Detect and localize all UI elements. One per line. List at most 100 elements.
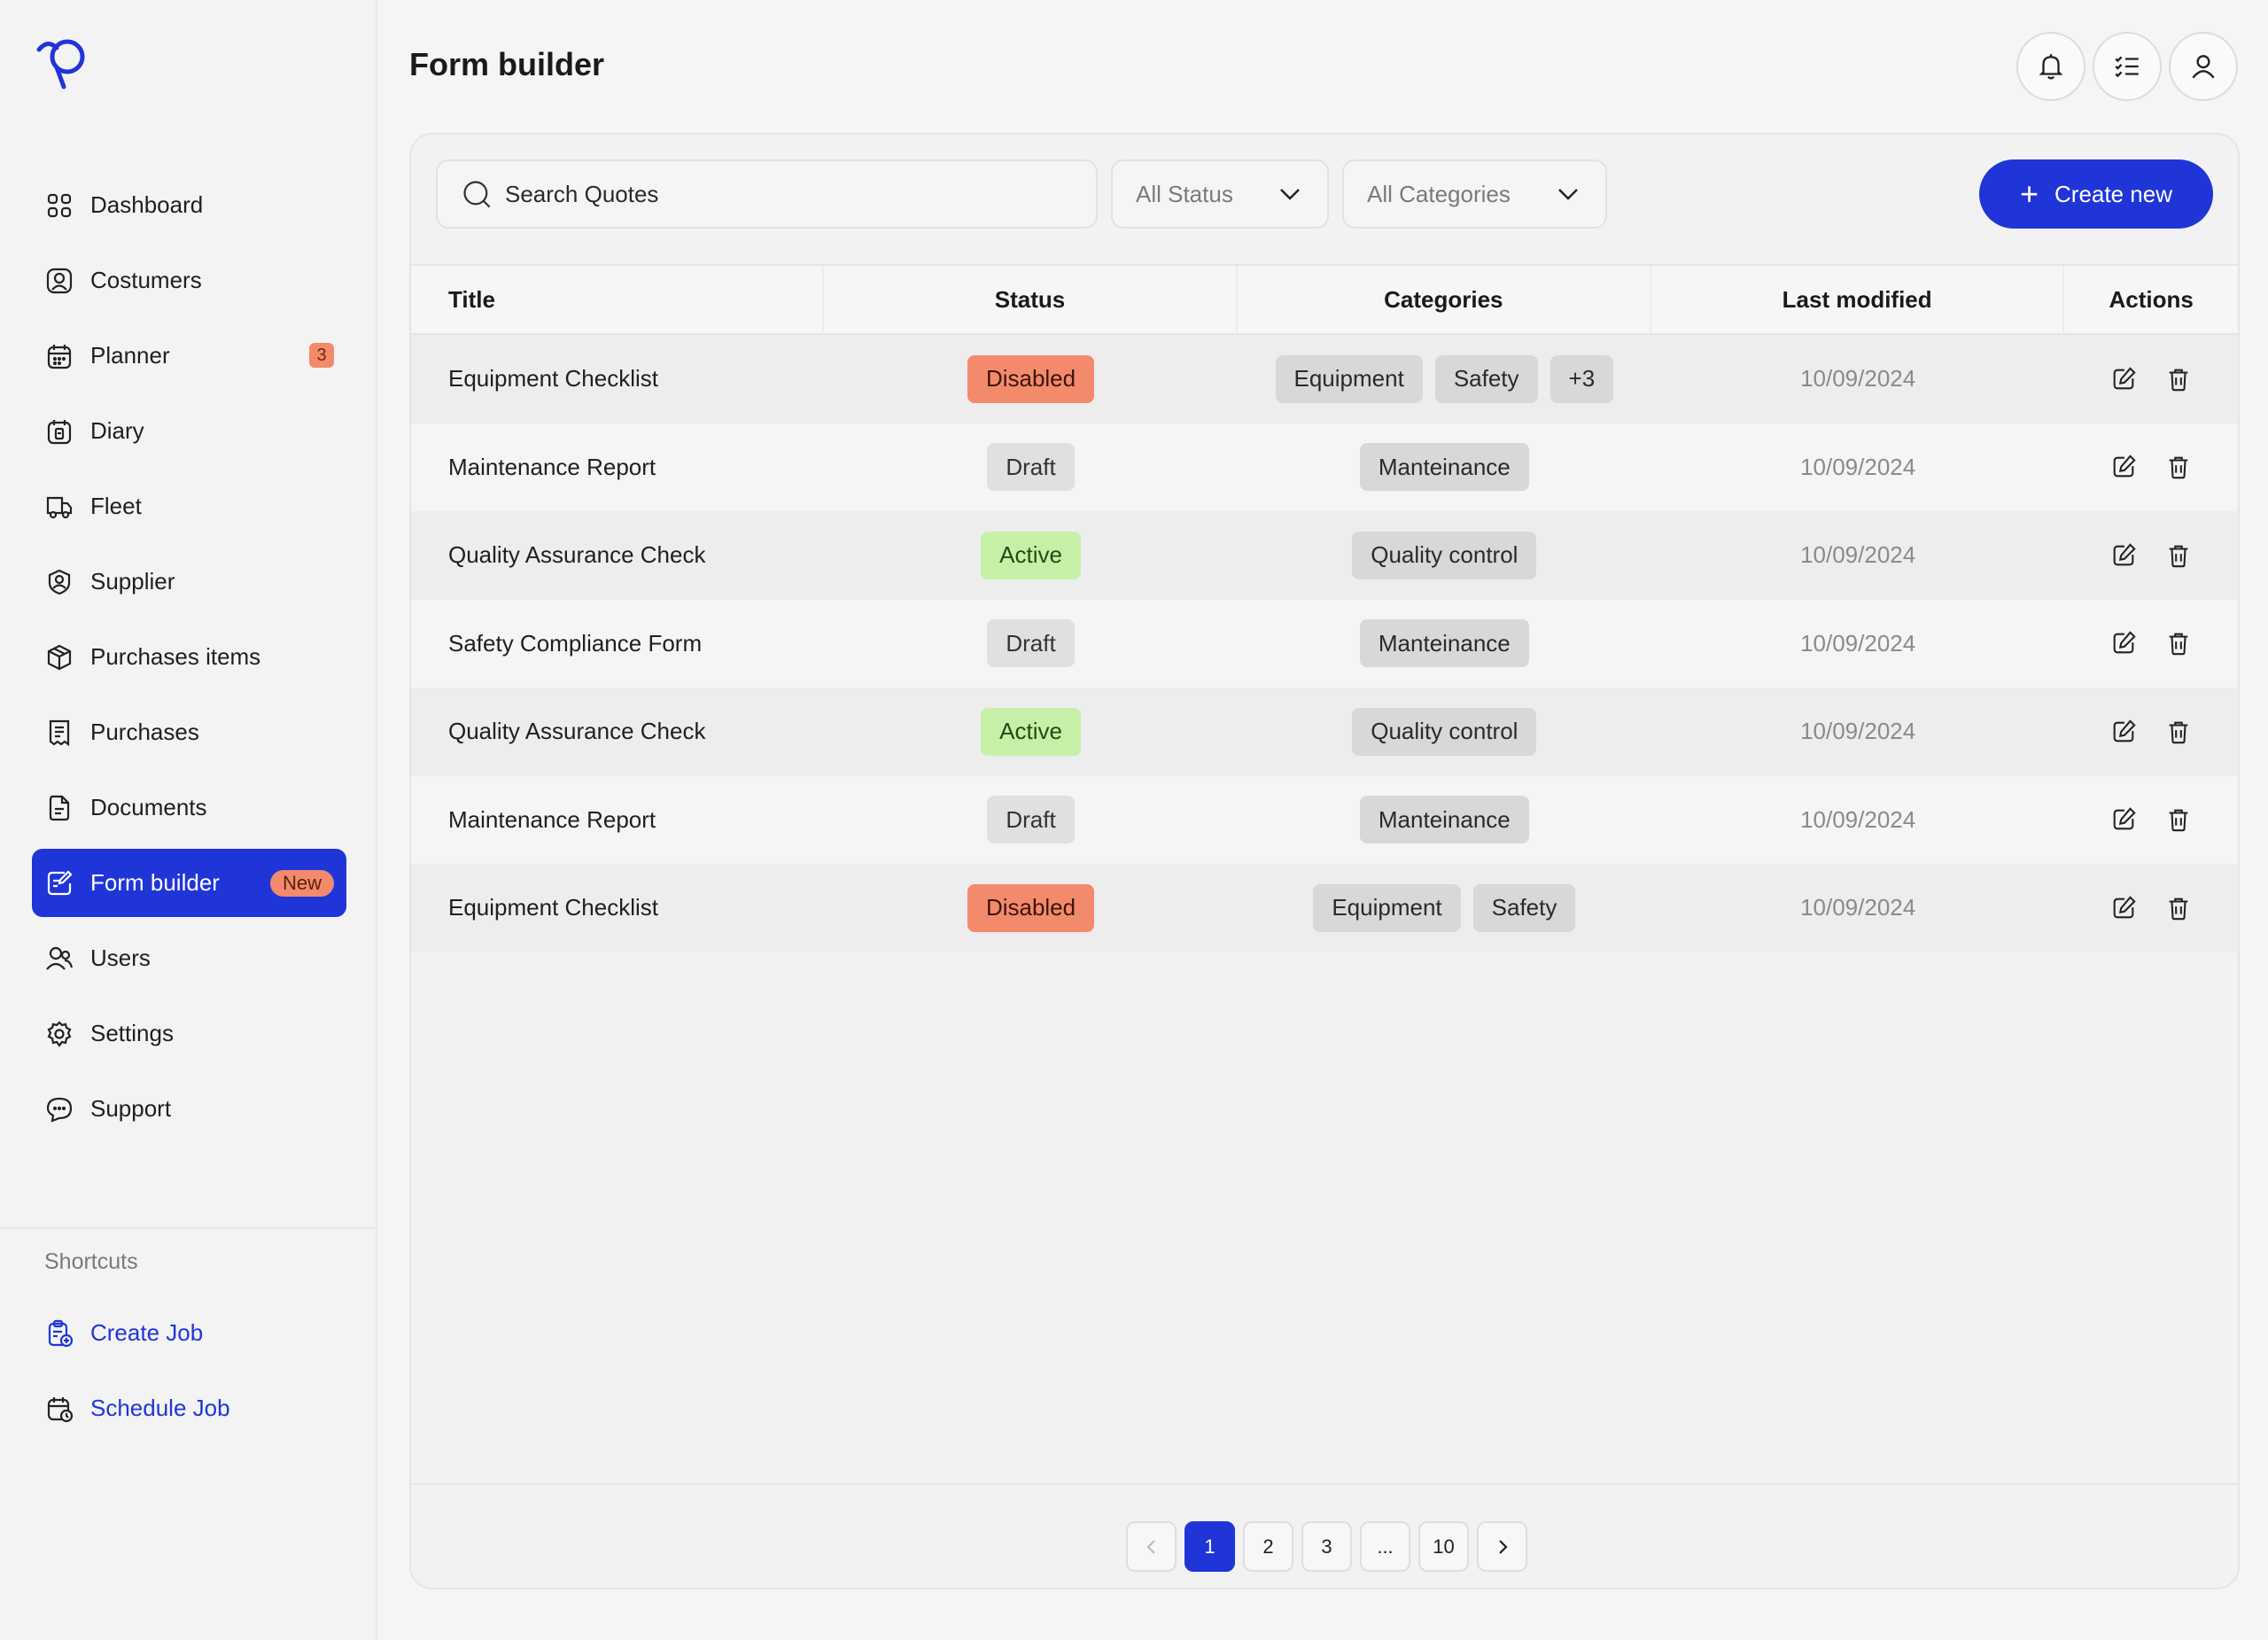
calendar-icon (44, 341, 74, 371)
status-badge: Disabled (967, 354, 1095, 403)
trash-icon[interactable] (2163, 364, 2194, 394)
plus-icon: + (2020, 175, 2039, 212)
sidebar-item-label: Purchases items (90, 643, 261, 670)
status-filter-value: All Status (1136, 180, 1233, 207)
column-header-last-modified[interactable]: Last modified (1651, 266, 2065, 333)
table-row[interactable]: Equipment Checklist Disabled Equipment Safe… (411, 335, 2238, 424)
table-body: Equipment Checklist Disabled Equipment Safe… (411, 335, 2238, 952)
category-filter-select[interactable]: All Categories (1342, 159, 1607, 229)
sidebar-item-diary[interactable]: Diary (32, 397, 346, 465)
row-actions-cell (2064, 776, 2238, 865)
sidebar-item-dashboard[interactable]: Dashboard (32, 171, 346, 239)
edit-icon[interactable] (2109, 628, 2139, 658)
row-status-cell: Draft (824, 776, 1237, 865)
table-row[interactable]: Equipment Checklist Disabled Equipment Safe… (411, 864, 2238, 952)
row-status-cell: Disabled (824, 335, 1237, 424)
row-actions-cell (2064, 335, 2238, 424)
category-tag: Manteinance (1359, 443, 1529, 492)
sidebar-nav: Dashboard Costumers Planner 3 Diary Flee… (32, 171, 346, 1150)
edit-icon[interactable] (2109, 717, 2139, 747)
document-icon (44, 793, 74, 823)
pagination-ellipsis: ... (1360, 1521, 1410, 1572)
table-row[interactable]: Maintenance Report Draft Manteinance 10/09/… (411, 423, 2238, 512)
sidebar-item-users[interactable]: Users (32, 924, 346, 992)
receipt-icon (44, 718, 74, 748)
column-header-categories[interactable]: Categories (1238, 266, 1651, 333)
pagination-next-button[interactable] (1477, 1521, 1527, 1572)
category-tag: Manteinance (1359, 619, 1529, 668)
shortcut-create-job[interactable]: Create Job (32, 1299, 346, 1367)
profile-button[interactable] (2169, 32, 2238, 101)
pagination-page-button[interactable]: 3 (1301, 1521, 1352, 1572)
row-actions-cell (2064, 688, 2238, 776)
gear-icon (44, 1019, 74, 1049)
trash-icon[interactable] (2163, 717, 2194, 747)
create-new-button[interactable]: + Create new (1979, 159, 2213, 229)
more-categories-badge[interactable]: +3 (1550, 354, 1614, 403)
sidebar-item-costumers[interactable]: Costumers (32, 246, 346, 315)
shortcut-schedule-job[interactable]: Schedule Job (32, 1374, 346, 1442)
edit-icon[interactable] (2109, 804, 2139, 835)
edit-icon[interactable] (2109, 893, 2139, 923)
row-categories-cell: Quality control (1238, 511, 1651, 600)
sidebar-item-supplier[interactable]: Supplier (32, 548, 346, 616)
row-title: Maintenance Report (448, 453, 656, 480)
sidebar-item-label: Costumers (90, 267, 202, 293)
user-icon (2192, 55, 2215, 79)
row-categories-cell: Manteinance (1238, 424, 1651, 512)
row-actions-cell (2064, 600, 2238, 688)
sidebar-item-support[interactable]: Support (32, 1075, 346, 1143)
edit-icon[interactable] (2109, 452, 2139, 482)
row-title: Quality Assurance Check (448, 541, 706, 569)
users-icon (44, 944, 74, 974)
tasks-button[interactable] (2093, 32, 2162, 101)
row-title: Maintenance Report (448, 805, 656, 833)
pagination-page-button[interactable]: 1 (1184, 1521, 1235, 1572)
notifications-button[interactable] (2016, 32, 2085, 101)
app-logo[interactable] (34, 34, 92, 92)
sidebar-item-documents[interactable]: Documents (32, 773, 346, 842)
sidebar-item-planner[interactable]: Planner 3 (32, 322, 346, 390)
search-input[interactable]: Search Quotes (436, 159, 1098, 229)
trash-icon[interactable] (2163, 804, 2194, 835)
category-tag: Quality control (1352, 531, 1537, 579)
status-filter-select[interactable]: All Status (1111, 159, 1329, 229)
table-row[interactable]: Quality Assurance Check Active Quality con… (411, 688, 2238, 776)
sidebar-item-settings[interactable]: Settings (32, 999, 346, 1068)
sidebar: Dashboard Costumers Planner 3 Diary Flee… (0, 0, 377, 1640)
trash-icon[interactable] (2163, 452, 2194, 482)
supplier-icon (44, 567, 74, 597)
row-title: Equipment Checklist (448, 365, 658, 393)
sidebar-item-purchases-items[interactable]: Purchases items (32, 623, 346, 691)
table-row[interactable]: Quality Assurance Check Active Quality con… (411, 511, 2238, 600)
row-last-modified: 10/09/2024 (1800, 718, 1916, 745)
pagination-prev-button[interactable] (1126, 1521, 1177, 1572)
sidebar-item-fleet[interactable]: Fleet (32, 472, 346, 540)
sidebar-item-purchases[interactable]: Purchases (32, 698, 346, 766)
shortcuts-list: Create Job Schedule Job (32, 1299, 346, 1450)
edit-icon[interactable] (2109, 364, 2139, 394)
trash-icon[interactable] (2163, 540, 2194, 571)
table-row[interactable]: Safety Compliance Form Draft Manteinance 10… (411, 599, 2238, 688)
sidebar-item-label: Support (90, 1095, 172, 1122)
edit-icon[interactable] (2109, 540, 2139, 571)
column-header-status[interactable]: Status (824, 266, 1238, 333)
clipboard-add-icon (44, 1318, 74, 1349)
row-title: Equipment Checklist (448, 894, 658, 921)
column-header-actions: Actions (2109, 285, 2194, 313)
row-categories-cell: Equipment Safety +3 (1238, 335, 1651, 424)
bell-icon (2039, 54, 2063, 80)
column-header-title[interactable]: Title (411, 266, 825, 333)
pagination-page-button[interactable]: 2 (1243, 1521, 1293, 1572)
table-row[interactable]: Maintenance Report Draft Manteinance 10/09/… (411, 775, 2238, 865)
row-last-modified: 10/09/2024 (1800, 365, 1916, 393)
trash-icon[interactable] (2163, 893, 2194, 923)
status-badge: Draft (987, 796, 1075, 844)
sidebar-item-form-builder[interactable]: Form builder New (32, 849, 346, 917)
row-actions-cell (2064, 864, 2238, 952)
row-status-cell: Draft (824, 600, 1237, 688)
pagination-page-button[interactable]: 10 (1418, 1521, 1469, 1572)
sidebar-item-label: Documents (90, 794, 207, 820)
row-categories-cell: Quality control (1238, 688, 1651, 776)
trash-icon[interactable] (2163, 628, 2194, 658)
